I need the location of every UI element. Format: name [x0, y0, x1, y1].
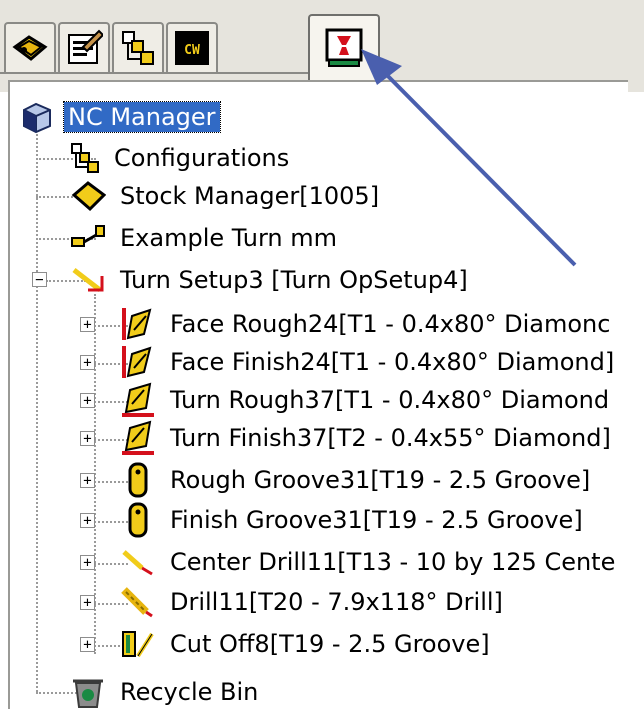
annotation-arrow	[361, 49, 577, 267]
